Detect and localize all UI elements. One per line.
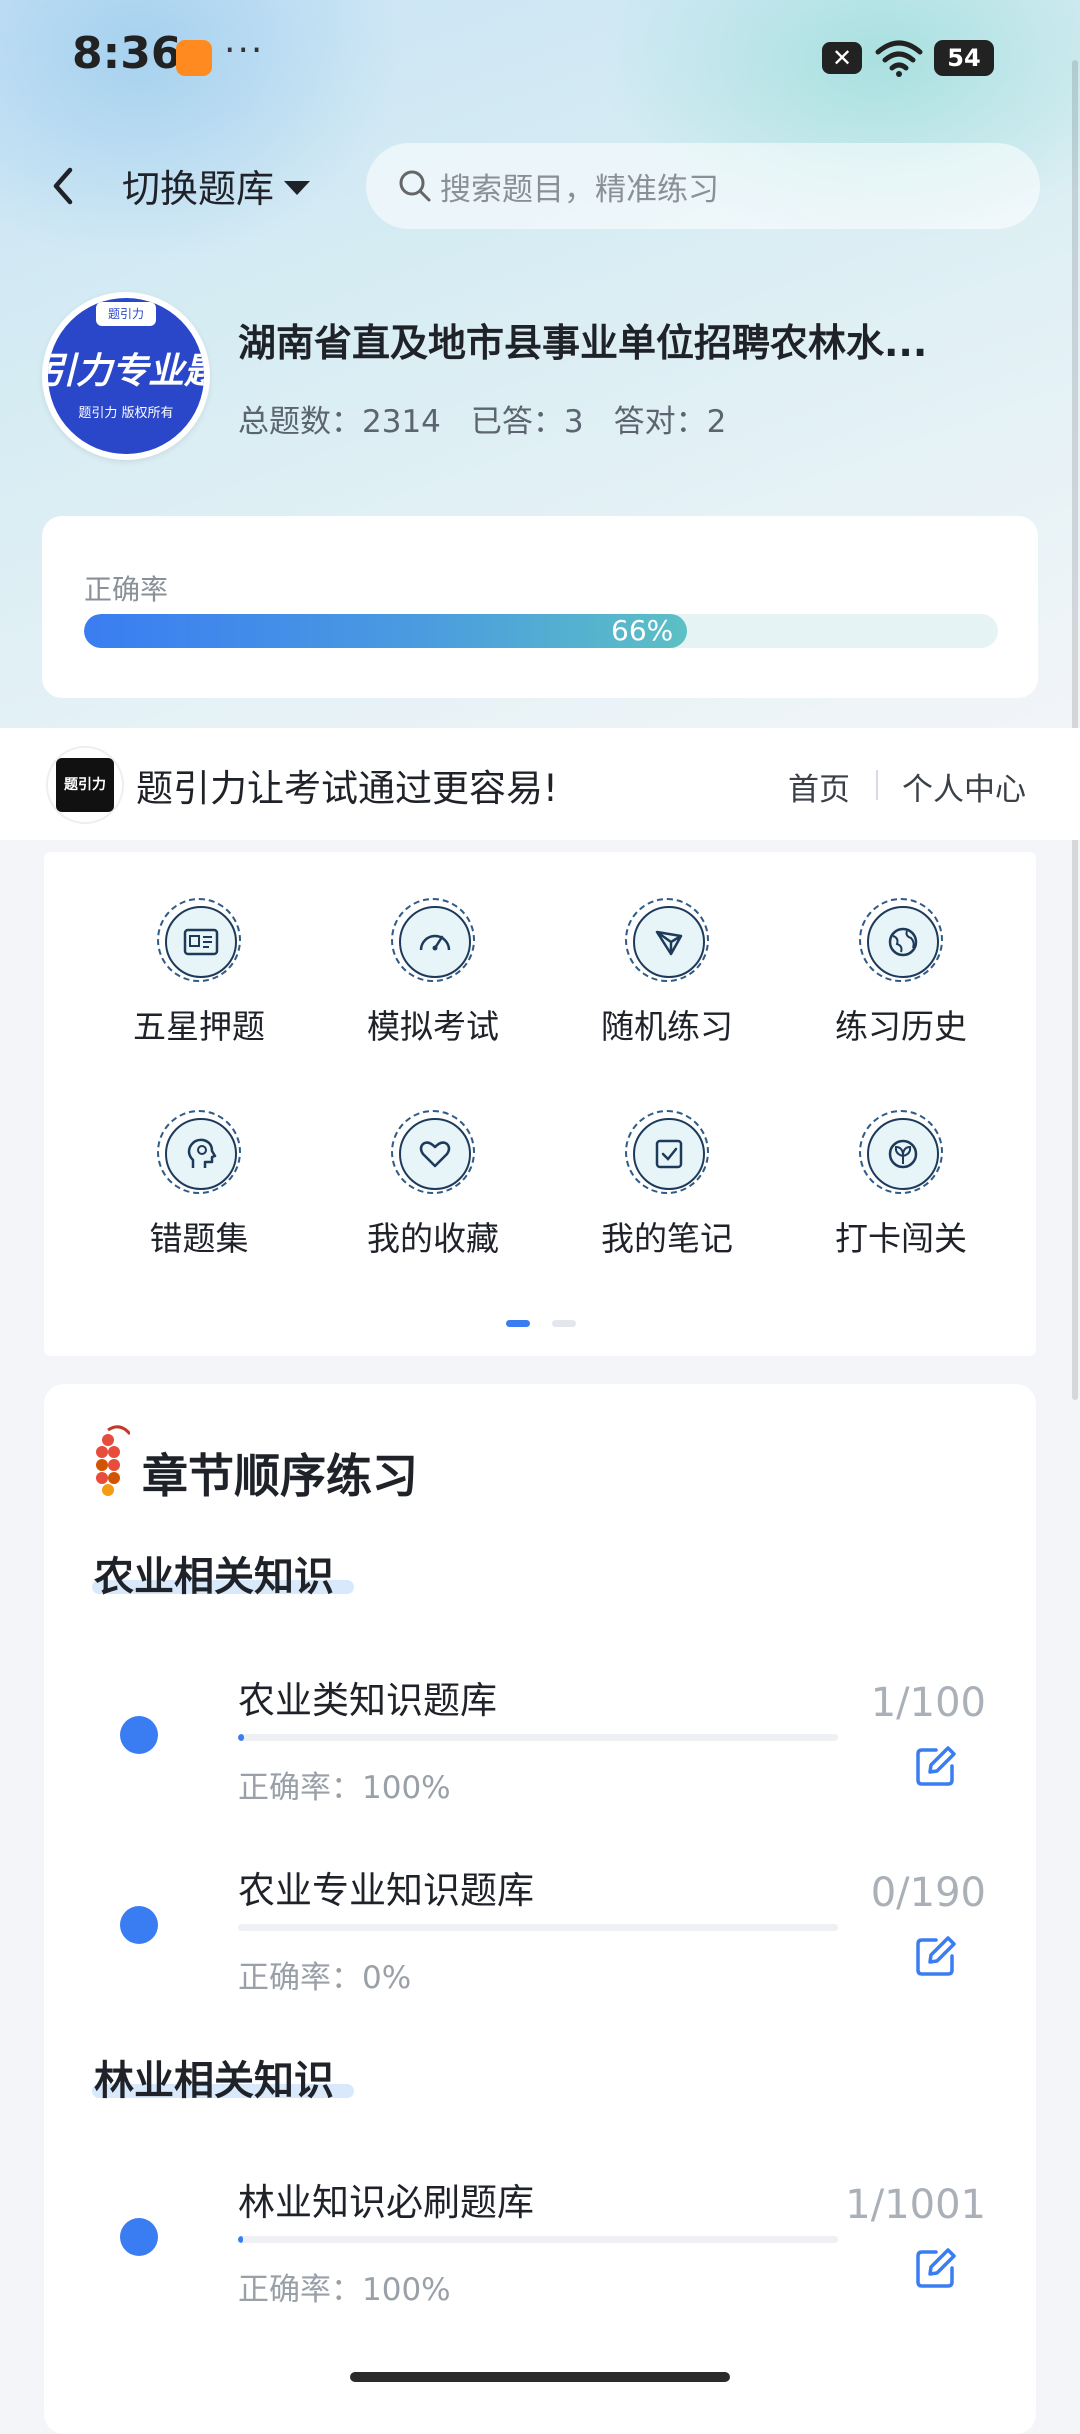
note-check-icon	[655, 1139, 683, 1169]
switch-bank-dropdown[interactable]: 切换题库	[122, 158, 311, 213]
list-item-progress	[238, 1734, 838, 1741]
list-item-dot	[120, 1716, 158, 1754]
function-five-star[interactable]: 五星押题	[82, 898, 316, 1048]
list-item-progress-fill	[238, 2236, 243, 2243]
list-item-accuracy: 正确率：0%	[238, 1960, 412, 1996]
heart-icon	[419, 1141, 451, 1168]
list-item[interactable]: 农业类知识题库 正确率：100% 1/100	[44, 1650, 1036, 1830]
list-item-progress-fill	[238, 1734, 244, 1741]
personal-center-link[interactable]: 个人中心	[902, 764, 1026, 809]
edit-icon[interactable]	[914, 2246, 958, 2290]
function-wrong-set[interactable]: 错题集	[82, 1110, 316, 1260]
accuracy-progress-fill: 66%	[84, 614, 688, 648]
page-indicator-active[interactable]	[506, 1320, 530, 1327]
head-icon	[187, 1138, 217, 1168]
home-indicator[interactable]	[350, 2372, 730, 2382]
list-item-name: 农业类知识题库	[238, 1679, 497, 1722]
id-card-icon	[183, 928, 219, 956]
search-placeholder: 搜索题目，精准练习	[440, 171, 719, 208]
list-item-name: 农业专业知识题库	[238, 1869, 534, 1912]
page-indicator[interactable]	[552, 1320, 576, 1327]
status-time: 8:36	[72, 28, 182, 79]
function-random-practice[interactable]: 随机练习	[550, 898, 784, 1048]
list-item[interactable]: 农业专业知识题库 正确率：0% 0/190	[44, 1840, 1036, 2020]
accuracy-value: 66%	[611, 614, 674, 647]
switch-bank-label: 切换题库	[122, 167, 275, 211]
leaf-icon	[888, 1139, 918, 1169]
search-icon	[399, 170, 431, 202]
function-label: 随机练习	[601, 1007, 733, 1046]
function-notes[interactable]: 我的笔记	[550, 1110, 784, 1260]
function-practice-history[interactable]: 练习历史	[784, 898, 1018, 1048]
answered-count: 已答：3	[470, 404, 584, 440]
list-item-accuracy: 正确率：100%	[238, 2272, 451, 2308]
section-title: 农业相关知识	[94, 1554, 334, 1600]
speedometer-icon	[419, 934, 451, 951]
divider	[876, 770, 878, 800]
function-label: 我的收藏	[367, 1219, 499, 1258]
accuracy-card	[42, 516, 1038, 698]
battery-icon: 54	[934, 40, 994, 76]
list-item[interactable]: 林业知识必刷题库 正确率：100% 1/1001	[44, 2152, 1036, 2332]
list-item-dot	[120, 1906, 158, 1944]
function-label: 我的笔记	[601, 1219, 733, 1258]
logo-subtext: 题引力 版权所有	[78, 406, 174, 421]
globe-icon	[888, 927, 918, 957]
function-label: 模拟考试	[367, 1007, 499, 1046]
wifi-icon	[875, 40, 923, 77]
search-input[interactable]: 搜索题目，精准练习	[366, 143, 1040, 229]
list-item-accuracy: 正确率：100%	[238, 1770, 451, 1806]
function-grid: 五星押题 模拟考试 随机练习 练习历史 错题集 我的收藏 我的笔记 打卡闯关	[44, 852, 1036, 1356]
list-item-count: 0/190	[870, 1870, 986, 1916]
list-item-progress	[238, 2236, 838, 2243]
chapter-title: 章节顺序练习	[142, 1449, 418, 1503]
home-link[interactable]: 首页	[788, 764, 850, 809]
function-label: 五星押题	[133, 1007, 265, 1046]
accuracy-label: 正确率	[84, 573, 169, 606]
firecracker-icon	[96, 1425, 130, 1496]
bank-title: 湖南省直及地市县事业单位招聘农林水...	[238, 321, 928, 365]
list-item-progress	[238, 1924, 838, 1931]
network-off-icon: ✕	[822, 42, 862, 74]
list-item-count: 1/1001	[845, 2182, 986, 2228]
accuracy-progress-bar: 66%	[84, 614, 998, 648]
function-mock-exam[interactable]: 模拟考试	[316, 898, 550, 1048]
correct-count: 答对：2	[613, 404, 727, 440]
slogan-text: 题引力让考试通过更容易!	[136, 767, 558, 810]
logo-tag: 题引力	[96, 302, 156, 326]
function-label: 练习历史	[835, 1007, 967, 1046]
back-arrow-icon[interactable]	[40, 158, 88, 214]
more-notifications-icon: ···	[224, 30, 265, 71]
edit-icon[interactable]	[914, 1744, 958, 1788]
bank-stats: 总题数：2314 已答：3 答对：2	[238, 396, 726, 441]
function-favorites[interactable]: 我的收藏	[316, 1110, 550, 1260]
function-label: 错题集	[149, 1219, 249, 1258]
bank-logo: 题引力 引力专业题 题引力 版权所有	[42, 292, 210, 460]
total-count: 总题数：2314	[238, 404, 441, 440]
list-item-dot	[120, 2218, 158, 2256]
function-label: 打卡闯关	[835, 1219, 967, 1258]
network-icon	[655, 930, 683, 956]
edit-icon[interactable]	[914, 1934, 958, 1978]
brand-logo-icon: 题引力	[46, 746, 124, 824]
list-item-count: 1/100	[870, 1680, 986, 1726]
list-item-name: 林业知识必刷题库	[238, 2181, 534, 2224]
section-title: 林业相关知识	[94, 2058, 334, 2104]
logo-text: 引力专业题	[48, 351, 204, 392]
function-checkin[interactable]: 打卡闯关	[784, 1110, 1018, 1260]
app-notification-icon	[176, 40, 212, 76]
caret-down-icon	[284, 180, 311, 195]
brand-logo-text: 题引力	[56, 758, 114, 812]
